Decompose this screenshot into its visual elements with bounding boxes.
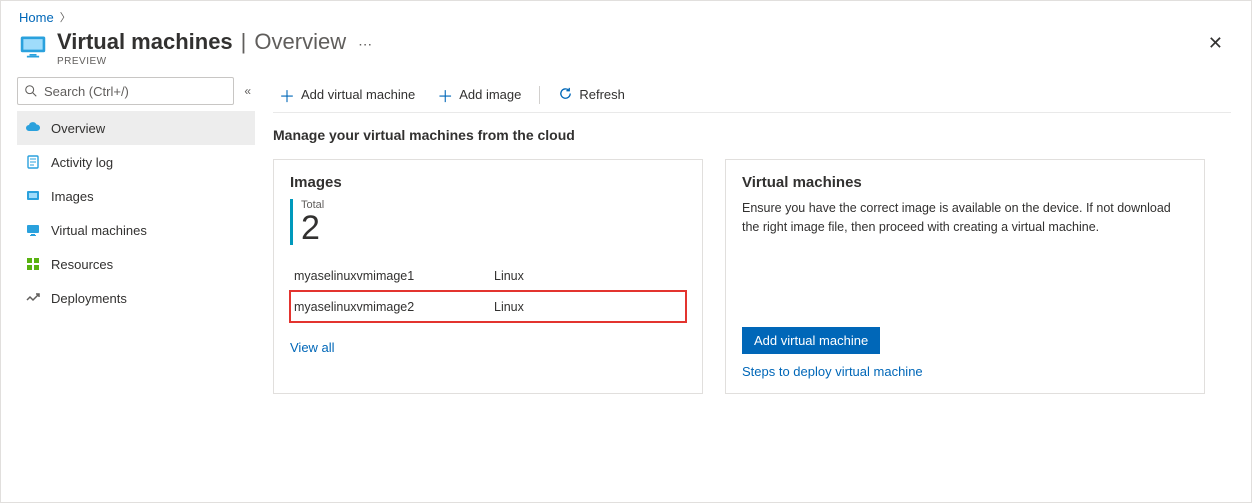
search-input[interactable]: Search (Ctrl+/) — [17, 77, 234, 105]
more-icon[interactable]: ⋯ — [358, 36, 374, 53]
images-card-title: Images — [290, 174, 686, 191]
sidebar-item-activity-log[interactable]: Activity log — [17, 145, 255, 179]
plus-icon: ＋ — [279, 83, 295, 107]
toolbar: ＋ Add virtual machine ＋ Add image Refres… — [273, 77, 1231, 113]
log-icon — [25, 154, 41, 170]
close-icon[interactable]: ✕ — [1208, 29, 1223, 54]
deployments-icon — [25, 290, 41, 306]
preview-tag: PREVIEW — [57, 56, 374, 67]
page-subtitle: Overview — [254, 29, 346, 55]
sidebar-item-resources[interactable]: Resources — [17, 247, 255, 281]
view-all-link[interactable]: View all — [290, 340, 335, 355]
sidebar-item-deployments[interactable]: Deployments — [17, 281, 255, 315]
page-header: Virtual machines | Overview ⋯ PREVIEW ✕ — [1, 29, 1251, 77]
image-row[interactable]: myaselinuxvmimage2 Linux — [290, 291, 686, 322]
virtual-machines-card: Virtual machines Ensure you have the cor… — [725, 159, 1205, 394]
breadcrumb: Home 〉 — [1, 1, 1251, 29]
refresh-button[interactable]: Refresh — [552, 86, 631, 104]
total-count: 2 — [301, 211, 324, 245]
images-icon — [25, 188, 41, 204]
page-title: Virtual machines — [57, 29, 233, 55]
resources-icon — [25, 256, 41, 272]
collapse-sidebar-icon[interactable]: « — [240, 84, 255, 98]
add-virtual-machine-card-button[interactable]: Add virtual machine — [742, 327, 880, 354]
sidebar-item-overview[interactable]: Overview — [17, 111, 255, 145]
image-row[interactable]: myaselinuxvmimage1 Linux — [290, 261, 686, 291]
virtual-machine-icon — [19, 33, 47, 61]
vm-card-description: Ensure you have the correct image is ava… — [742, 199, 1188, 237]
add-virtual-machine-button[interactable]: ＋ Add virtual machine — [273, 83, 421, 107]
breadcrumb-home[interactable]: Home — [19, 10, 54, 25]
add-image-button[interactable]: ＋ Add image — [431, 83, 527, 107]
images-card: Images Total 2 myaselinuxvmimage1 Linux … — [273, 159, 703, 394]
page-description: Manage your virtual machines from the cl… — [273, 127, 1231, 143]
plus-icon: ＋ — [437, 83, 453, 107]
cloud-icon — [25, 120, 41, 136]
vm-card-title: Virtual machines — [742, 174, 1188, 191]
sidebar-item-virtual-machines[interactable]: Virtual machines — [17, 213, 255, 247]
search-icon — [24, 84, 38, 98]
chevron-right-icon: 〉 — [60, 9, 71, 25]
sidebar-item-images[interactable]: Images — [17, 179, 255, 213]
vm-icon — [25, 222, 41, 238]
refresh-icon — [558, 86, 573, 104]
steps-deploy-link[interactable]: Steps to deploy virtual machine — [742, 364, 1188, 379]
sidebar: Search (Ctrl+/) « Overview Activity log … — [1, 77, 263, 394]
